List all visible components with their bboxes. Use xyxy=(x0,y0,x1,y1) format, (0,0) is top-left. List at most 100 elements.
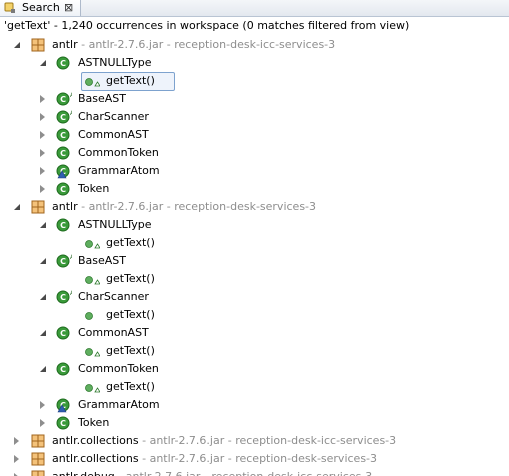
tree-row[interactable]: C CommonAST xyxy=(0,126,509,144)
svg-text:C: C xyxy=(60,95,66,104)
tab-search[interactable]: Search ⊠ xyxy=(0,0,81,16)
chevron-right-icon[interactable] xyxy=(40,131,45,139)
class-icon: C xyxy=(56,416,70,430)
item-name: getText() xyxy=(106,380,155,393)
chevron-right-icon[interactable] xyxy=(40,113,45,121)
expand-down-icon[interactable] xyxy=(40,330,46,336)
class-icon: C xyxy=(56,362,70,376)
tree-item-label: antlr.collections - antlr-2.7.6.jar - re… xyxy=(52,450,377,468)
expand-down-icon[interactable] xyxy=(14,204,20,210)
method-icon xyxy=(85,312,93,320)
package-icon xyxy=(31,452,45,466)
expand-down-icon[interactable] xyxy=(40,258,46,264)
tree-row[interactable]: C GrammarAtom xyxy=(0,396,509,414)
tree-row[interactable]: getText() xyxy=(0,234,509,252)
item-name: CommonToken xyxy=(78,146,159,159)
tree-item-label: CharScanner xyxy=(78,288,149,306)
class-icon: CA xyxy=(56,92,72,106)
tree-row[interactable]: antlr - antlr-2.7.6.jar - reception-desk… xyxy=(0,36,509,54)
tree-item-label: CommonAST xyxy=(78,324,149,342)
method-icon xyxy=(85,78,100,87)
chevron-right-icon[interactable] xyxy=(40,149,45,157)
class-icon: C xyxy=(56,218,70,232)
tree-row[interactable]: C ASTNULLType xyxy=(0,216,509,234)
expand-down-icon[interactable] xyxy=(40,294,46,300)
tree-row[interactable]: getText() xyxy=(0,72,509,91)
item-name: Token xyxy=(78,416,110,429)
item-qualifier: - antlr-2.7.6.jar - reception-desk-icc-s… xyxy=(115,470,372,476)
item-name: ASTNULLType xyxy=(78,218,152,231)
tree-item-label: GrammarAtom xyxy=(78,396,160,414)
tree-row[interactable]: getText() xyxy=(0,342,509,360)
expand-down-icon[interactable] xyxy=(40,366,46,372)
tree-row[interactable]: CA CharScanner xyxy=(0,288,509,306)
class-icon: C xyxy=(56,128,70,142)
class-icon: CA xyxy=(56,110,72,124)
expand-down-icon[interactable] xyxy=(40,60,46,66)
expand-down-icon[interactable] xyxy=(14,42,20,48)
tree-row[interactable]: C GrammarAtom xyxy=(0,162,509,180)
expand-down-icon[interactable] xyxy=(40,222,46,228)
search-results-tree[interactable]: antlr - antlr-2.7.6.jar - reception-desk… xyxy=(0,36,509,476)
class-icon: CA xyxy=(56,254,72,268)
tree-row[interactable]: C Token xyxy=(0,180,509,198)
tree-row[interactable]: C Token xyxy=(0,414,509,432)
item-name: antlr.debug xyxy=(52,470,115,476)
tree-row[interactable]: C CommonAST xyxy=(0,324,509,342)
tree-item-label: getText() xyxy=(106,72,155,90)
tree-row[interactable]: getText() xyxy=(0,270,509,288)
tree-item-label: CommonToken xyxy=(78,144,159,162)
svg-text:C: C xyxy=(60,419,66,428)
tree-item-label: Token xyxy=(78,414,109,432)
svg-text:C: C xyxy=(60,185,66,194)
chevron-right-icon[interactable] xyxy=(40,167,45,175)
method-icon xyxy=(85,348,100,357)
tree-row[interactable]: C CommonToken xyxy=(0,360,509,378)
svg-text:A: A xyxy=(70,92,72,99)
tree-row[interactable]: C ASTNULLType xyxy=(0,54,509,72)
tree-item-label: BaseAST xyxy=(78,252,126,270)
item-name: CharScanner xyxy=(78,110,149,123)
tree-row[interactable]: antlr.collections - antlr-2.7.6.jar - re… xyxy=(0,432,509,450)
svg-text:C: C xyxy=(60,113,66,122)
class-icon: C xyxy=(56,146,70,160)
chevron-right-icon[interactable] xyxy=(40,95,45,103)
svg-text:A: A xyxy=(70,254,72,261)
tab-label: Search xyxy=(22,1,60,14)
chevron-right-icon[interactable] xyxy=(14,437,19,445)
tree-row[interactable]: CA CharScanner xyxy=(0,108,509,126)
tree-row[interactable]: getText() xyxy=(0,378,509,396)
tree-row[interactable]: antlr - antlr-2.7.6.jar - reception-desk… xyxy=(0,198,509,216)
tree-row[interactable]: CA BaseAST xyxy=(0,90,509,108)
tree-item-label: Token xyxy=(78,180,109,198)
item-name: getText() xyxy=(106,74,155,87)
chevron-right-icon[interactable] xyxy=(14,455,19,463)
method-icon xyxy=(85,276,100,285)
item-name: GrammarAtom xyxy=(78,398,160,411)
tree-item-label: ASTNULLType xyxy=(78,216,152,234)
tree-item-label: BaseAST xyxy=(78,90,126,108)
item-name: antlr xyxy=(52,200,78,213)
item-qualifier: - antlr-2.7.6.jar - reception-desk-icc-s… xyxy=(138,434,397,447)
tree-row[interactable]: getText() xyxy=(0,306,509,324)
svg-text:C: C xyxy=(60,131,66,140)
item-name: CommonToken xyxy=(78,362,159,375)
item-name: getText() xyxy=(106,344,155,357)
item-qualifier: - antlr-2.7.6.jar - reception-desk-servi… xyxy=(138,452,378,465)
search-summary: 'getText' - 1,240 occurrences in workspa… xyxy=(4,19,410,32)
class-icon: C xyxy=(56,326,70,340)
tree-row[interactable]: CA BaseAST xyxy=(0,252,509,270)
tree-row[interactable]: antlr.debug - antlr-2.7.6.jar - receptio… xyxy=(0,468,509,476)
chevron-right-icon[interactable] xyxy=(40,419,45,427)
svg-text:C: C xyxy=(60,329,66,338)
tree-item-label: antlr - antlr-2.7.6.jar - reception-desk… xyxy=(52,198,316,216)
method-icon xyxy=(85,240,100,249)
tree-row[interactable]: C CommonToken xyxy=(0,144,509,162)
class-icon: C xyxy=(56,56,70,70)
tree-row[interactable]: antlr.collections - antlr-2.7.6.jar - re… xyxy=(0,450,509,468)
chevron-right-icon[interactable] xyxy=(40,185,45,193)
svg-text:C: C xyxy=(60,59,66,68)
close-icon[interactable]: ⊠ xyxy=(64,0,73,15)
tree-item-label: getText() xyxy=(106,378,155,396)
chevron-right-icon[interactable] xyxy=(40,401,45,409)
